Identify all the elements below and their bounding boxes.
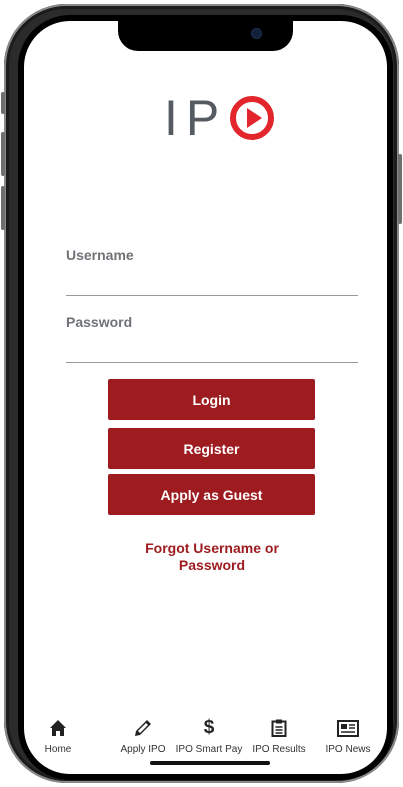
tab-apply-ipo[interactable]: Apply IPO (108, 717, 178, 755)
tab-apply-ipo-label: Apply IPO (120, 744, 166, 755)
home-icon (50, 720, 66, 736)
front-camera (252, 29, 261, 38)
logo-text: IP (164, 90, 228, 146)
username-input[interactable] (66, 271, 358, 296)
logo-play-icon (230, 96, 275, 140)
dollar-icon: $ (203, 717, 215, 738)
phone-frame: IP Username Password Login Register Appl… (1, 4, 402, 783)
register-button[interactable]: Register (108, 428, 315, 469)
notch (118, 21, 293, 51)
login-button[interactable]: Login (108, 379, 315, 420)
mute-switch (1, 92, 5, 114)
tab-ipo-results-label: IPO Results (252, 744, 306, 755)
tab-home[interactable]: Home (24, 717, 93, 755)
power-button (398, 154, 402, 224)
forgot-credentials-link[interactable]: Forgot Username or Password (132, 540, 292, 574)
clipboard-icon (271, 719, 287, 737)
apply-as-guest-button[interactable]: Apply as Guest (108, 474, 315, 515)
username-label: Username (66, 247, 134, 263)
tab-ipo-results[interactable]: IPO Results (244, 717, 314, 755)
pencil-icon (135, 720, 151, 736)
home-indicator[interactable] (150, 761, 270, 765)
screen-bezel: IP Username Password Login Register Appl… (18, 15, 393, 780)
newspaper-icon (337, 719, 359, 737)
app-logo: IP (164, 93, 275, 143)
password-input[interactable] (66, 338, 358, 363)
volume-up-button (1, 132, 5, 176)
tab-home-label: Home (44, 744, 72, 755)
password-label: Password (66, 314, 133, 330)
bottom-tab-bar: Home Apply IPO $ IPO Smart Pay IPO Resul… (24, 717, 387, 774)
tab-ipo-news[interactable]: IPO News (313, 717, 383, 755)
app-screen: IP Username Password Login Register Appl… (24, 21, 387, 774)
volume-down-button (1, 186, 5, 230)
tab-ipo-smart-pay-label: IPO Smart Pay (175, 744, 243, 755)
tab-ipo-smart-pay[interactable]: $ IPO Smart Pay (174, 717, 244, 755)
tab-ipo-news-label: IPO News (325, 744, 371, 755)
